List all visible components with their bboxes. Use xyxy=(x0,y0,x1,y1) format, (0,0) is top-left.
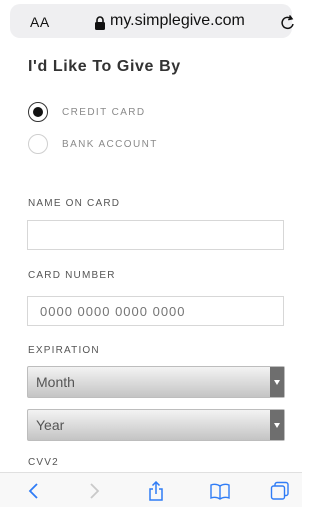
expiration-label: EXPIRATION xyxy=(28,345,100,356)
expiration-month-select[interactable]: Month xyxy=(27,366,285,398)
name-on-card-input[interactable] xyxy=(27,220,284,250)
bank-account-label: BANK ACCOUNT xyxy=(62,138,158,150)
cvv-label: CVV2 xyxy=(28,457,59,468)
bookmarks-icon[interactable] xyxy=(210,481,230,501)
name-on-card-label: NAME ON CARD xyxy=(28,198,121,209)
year-dropdown-arrow-icon[interactable] xyxy=(270,410,284,440)
url-text[interactable]: my.simplegive.com xyxy=(110,12,245,30)
text-size-button[interactable]: AA xyxy=(30,14,50,30)
year-select-value: Year xyxy=(36,417,65,433)
card-number-label: CARD NUMBER xyxy=(28,270,116,281)
tabs-icon[interactable] xyxy=(270,481,290,501)
back-icon[interactable] xyxy=(24,481,44,501)
browser-bottom-toolbar xyxy=(0,472,302,507)
share-icon[interactable] xyxy=(146,481,166,501)
card-number-input[interactable] xyxy=(27,296,284,326)
month-dropdown-arrow-icon[interactable] xyxy=(270,367,284,397)
expiration-year-select[interactable]: Year xyxy=(27,409,285,441)
lock-icon xyxy=(95,16,105,30)
address-bar[interactable]: AA my.simplegive.com xyxy=(10,4,294,38)
payment-option-bank-account[interactable]: BANK ACCOUNT xyxy=(28,134,158,154)
credit-card-label: CREDIT CARD xyxy=(62,106,146,118)
payment-option-credit-card[interactable]: CREDIT CARD xyxy=(28,102,146,122)
forward-icon[interactable] xyxy=(84,481,104,501)
browser-top-bar: AA my.simplegive.com xyxy=(0,0,302,46)
credit-card-radio[interactable] xyxy=(28,102,48,122)
page-title: I'd Like To Give By xyxy=(28,58,181,75)
reload-icon[interactable] xyxy=(280,14,296,32)
month-select-value: Month xyxy=(36,374,75,390)
bank-account-radio[interactable] xyxy=(28,134,48,154)
